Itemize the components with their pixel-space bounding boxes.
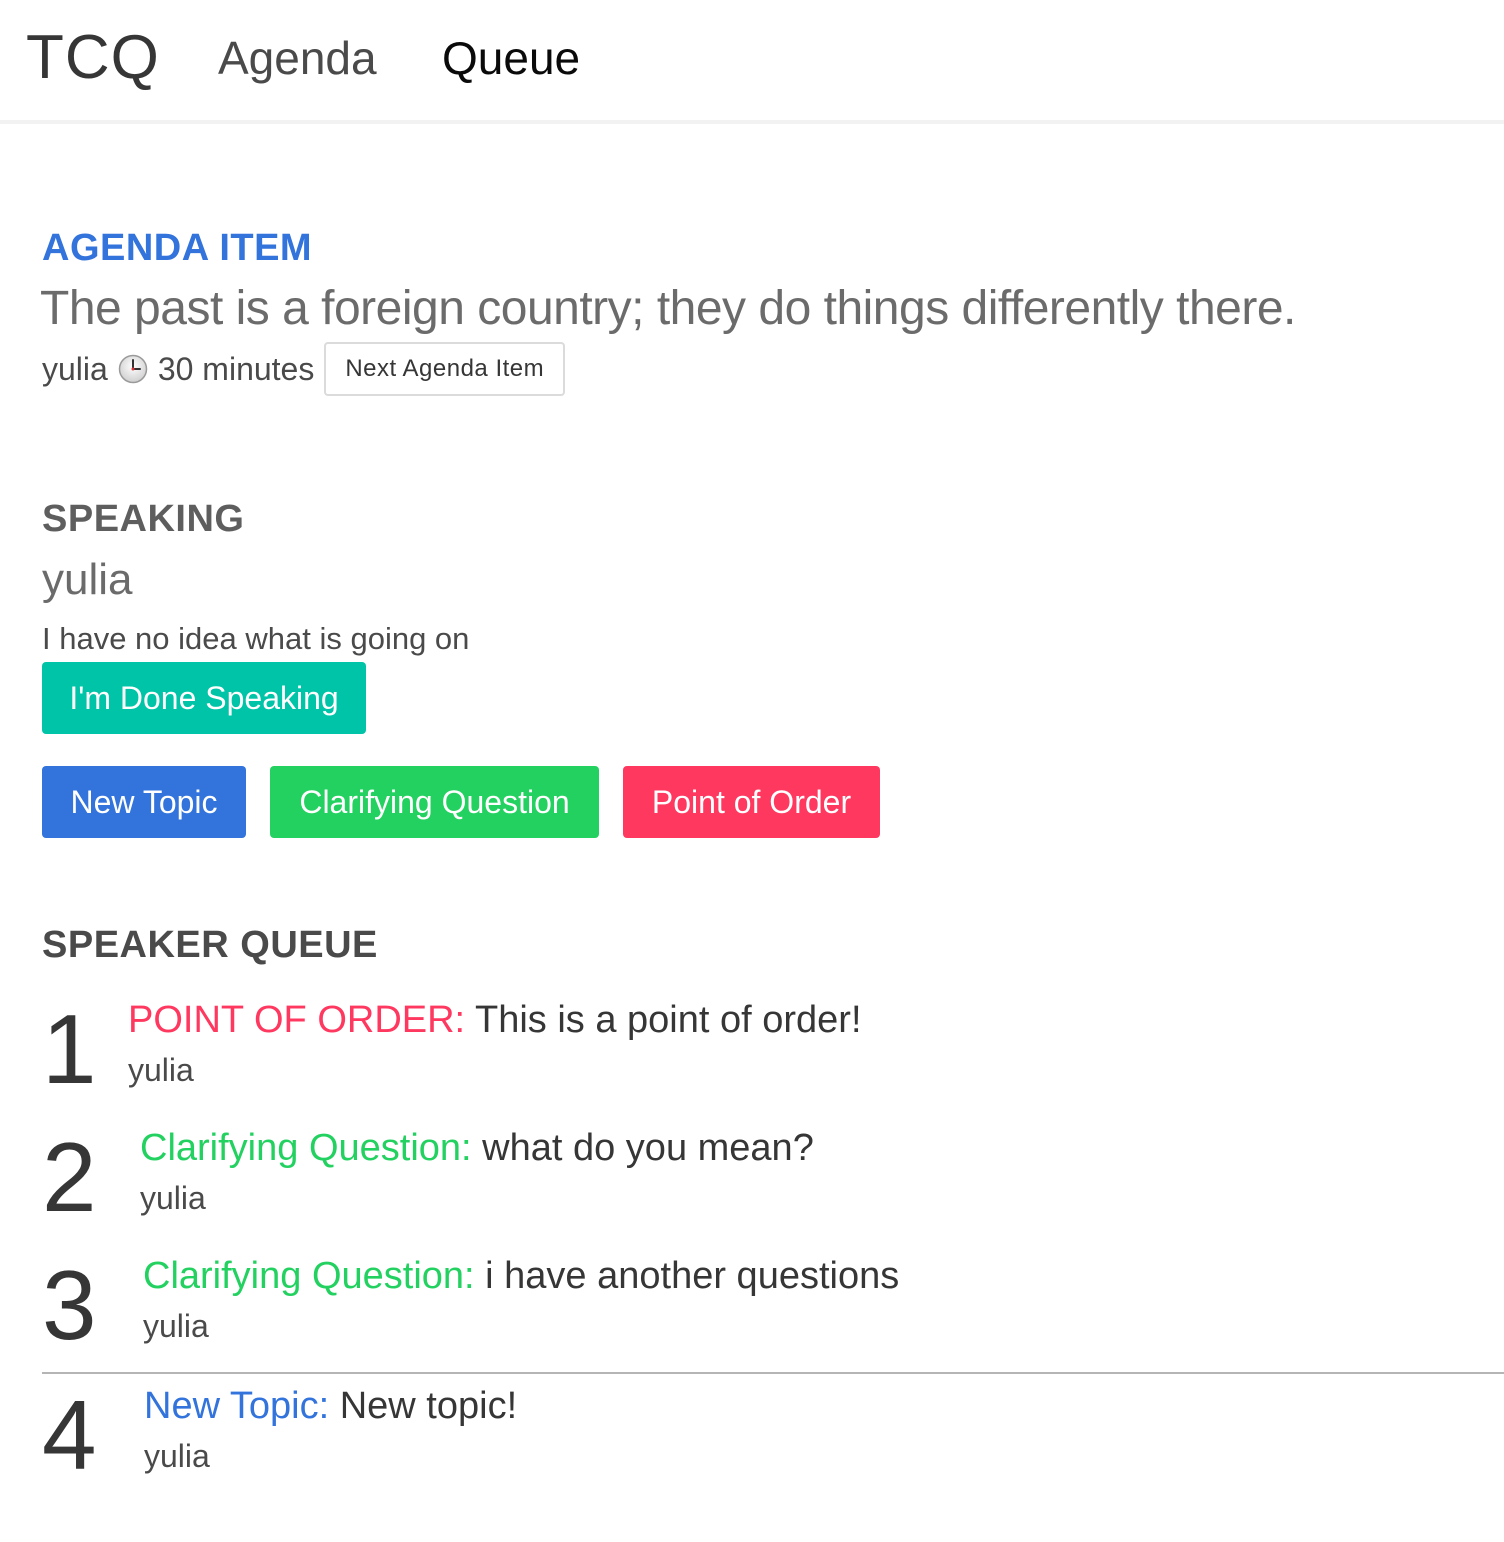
agenda-item-title: The past is a foreign country; they do t… <box>40 282 1296 335</box>
top-navbar: TCQ Agenda Queue <box>0 0 1504 124</box>
queue-item-body: POINT OF ORDER: This is a point of order… <box>128 996 862 1090</box>
queue-item-body: Clarifying Question: i have another ques… <box>143 1252 899 1346</box>
queue-item-line: Clarifying Question: what do you mean? <box>140 1124 814 1172</box>
queue-item-number: 4 <box>42 1380 97 1490</box>
queue-item-speaker: yulia <box>140 1180 206 1216</box>
point-of-order-button[interactable]: Point of Order <box>623 766 880 838</box>
queue-item-topic: i have another questions <box>485 1255 900 1297</box>
queue-item-type: Clarifying Question: <box>140 1127 483 1169</box>
queue-item-number: 3 <box>42 1250 97 1360</box>
done-speaking-button[interactable]: I'm Done Speaking <box>42 662 366 734</box>
nav-link-queue[interactable]: Queue <box>442 30 580 86</box>
next-agenda-item-button[interactable]: Next Agenda Item <box>324 342 566 396</box>
current-speaker-name: yulia <box>42 555 133 604</box>
queue-item-line: New Topic: New topic! <box>144 1382 517 1430</box>
queue-item-body: Clarifying Question: what do you mean? y… <box>140 1124 814 1218</box>
queue-item-line: Clarifying Question: i have another ques… <box>143 1252 899 1300</box>
queue-item-speaker: yulia <box>144 1438 210 1474</box>
queue-item-number: 1 <box>42 994 97 1104</box>
queue-item-type: New Topic: <box>144 1385 340 1427</box>
queue-item-body: New Topic: New topic! yulia <box>144 1382 517 1476</box>
brand-logo[interactable]: TCQ <box>26 22 160 94</box>
clock-icon <box>118 354 148 384</box>
queue-item-line: POINT OF ORDER: This is a point of order… <box>128 996 862 1044</box>
clarifying-question-button[interactable]: Clarifying Question <box>270 766 599 838</box>
speaker-queue-heading: SPEAKER QUEUE <box>42 924 378 966</box>
current-speaker-topic: I have no idea what is going on <box>42 621 470 656</box>
queue-item-topic: what do you mean? <box>482 1127 814 1169</box>
queue-item-number: 2 <box>42 1122 97 1232</box>
queue-divider <box>42 1372 1504 1374</box>
agenda-item-owner: yulia <box>42 350 108 387</box>
queue-item-type: Clarifying Question: <box>143 1255 486 1297</box>
agenda-item-heading: AGENDA ITEM <box>42 227 313 269</box>
queue-item-type: POINT OF ORDER: <box>128 999 475 1041</box>
queue-item-topic: New topic! <box>339 1385 518 1427</box>
queue-item-topic: This is a point of order! <box>474 999 862 1041</box>
queue-item-speaker: yulia <box>143 1308 209 1344</box>
agenda-item-meta: yulia 30 minutes Next Agenda Item <box>42 342 566 396</box>
new-topic-button[interactable]: New Topic <box>42 766 246 838</box>
queue-item-speaker: yulia <box>128 1052 194 1088</box>
nav-link-agenda[interactable]: Agenda <box>218 30 377 86</box>
agenda-item-duration: 30 minutes <box>157 350 315 387</box>
speaking-heading: SPEAKING <box>42 498 245 540</box>
